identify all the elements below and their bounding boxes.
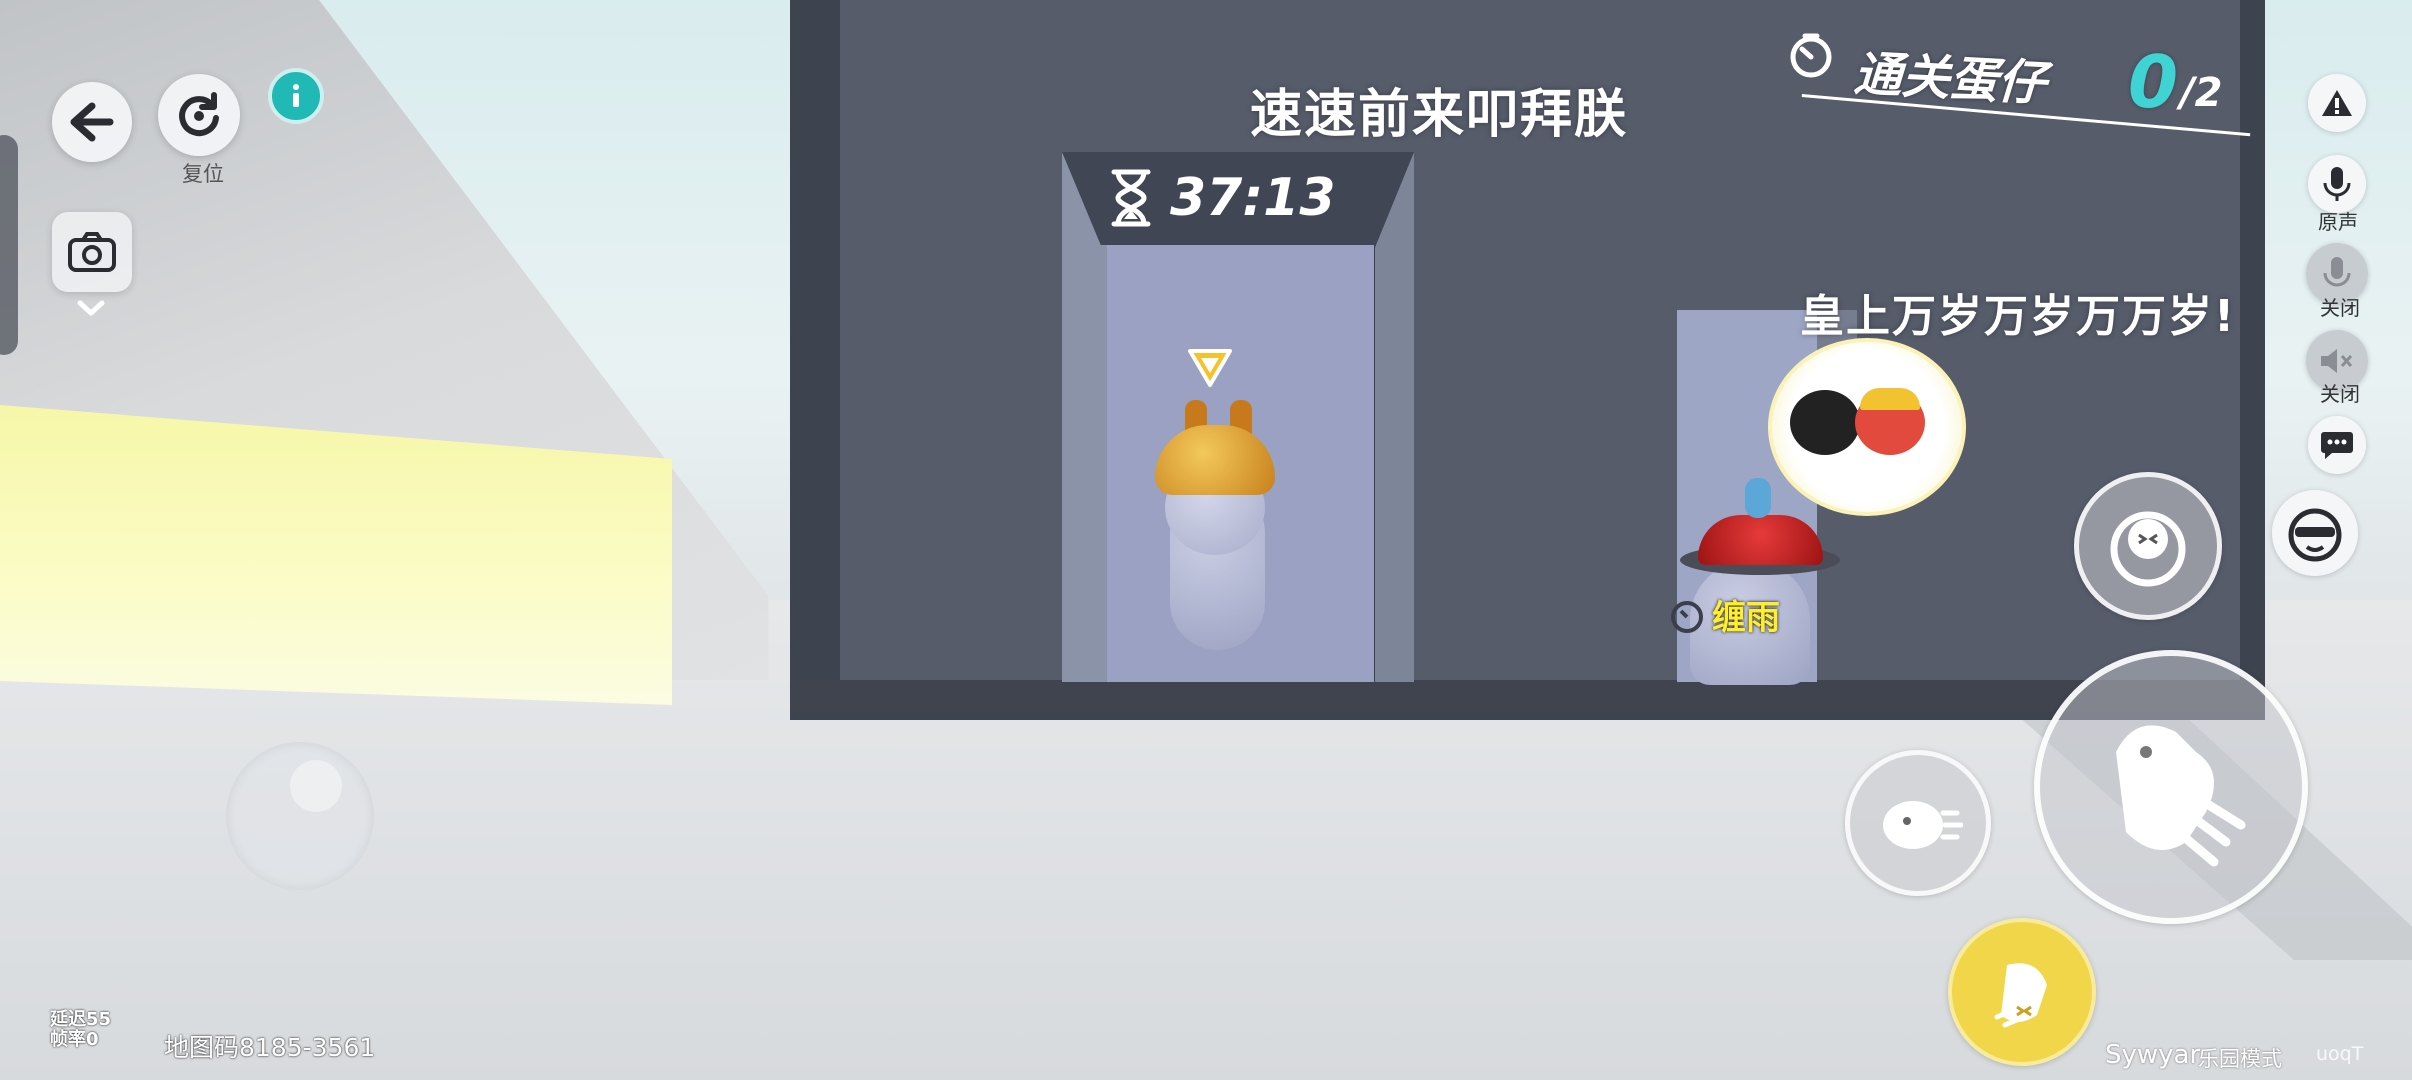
- emote-character-black: [1790, 390, 1860, 455]
- objective-count: 0: [2128, 40, 2179, 124]
- fps-label: 帧率0: [50, 1029, 99, 1050]
- rolling-character-icon: [1883, 801, 1963, 849]
- hourglass-icon: [1111, 169, 1151, 227]
- voice-label: 原声: [2318, 210, 2358, 234]
- camera-button[interactable]: [52, 212, 132, 292]
- warning-icon: [2322, 90, 2352, 116]
- grab-action-button[interactable]: [2074, 472, 2222, 620]
- wall-base: [790, 680, 2265, 712]
- joystick-knob[interactable]: [290, 760, 342, 812]
- network-stats: 延迟55 帧率0: [50, 1010, 111, 1050]
- reset-label: 复位: [182, 162, 224, 186]
- user-id: uoqT: [2316, 1043, 2364, 1065]
- player-name-tag: 缠雨: [1668, 590, 1780, 639]
- chat-button[interactable]: [2308, 416, 2366, 474]
- latency-label: 延迟55: [50, 1009, 112, 1030]
- emote-hat: [1860, 388, 1920, 410]
- sunglasses-face-icon: [2288, 508, 2342, 562]
- speaker-off-icon: [2321, 349, 2353, 373]
- reset-icon: [179, 92, 219, 137]
- roll-action-button[interactable]: [1845, 750, 1991, 896]
- character-face-icon: [2110, 511, 2186, 587]
- player-name: 缠雨: [1712, 598, 1780, 638]
- timer-value: 37:13: [1170, 168, 1336, 228]
- back-button[interactable]: [52, 82, 132, 162]
- chevron-down-icon[interactable]: [76, 298, 106, 318]
- mic-icon: [2323, 167, 2351, 201]
- dash-character-icon: [1994, 963, 2047, 1028]
- side-drawer-handle[interactable]: [0, 135, 18, 355]
- timer: 37:13: [1110, 162, 1336, 234]
- red-cushion: [1698, 515, 1823, 565]
- mic-off-icon: [2323, 257, 2351, 287]
- dash-button[interactable]: [1948, 918, 2096, 1066]
- info-button[interactable]: [268, 68, 324, 124]
- reset-button[interactable]: [158, 74, 240, 156]
- wall-text-right: 皇上万岁万岁万万岁!: [1800, 291, 2237, 342]
- chat-icon: [2321, 432, 2353, 459]
- jump-button[interactable]: [2034, 650, 2308, 924]
- speaker-label: 关闭: [2320, 382, 2360, 406]
- objective-panel: 通关蛋仔 0 /2: [1788, 32, 2251, 152]
- small-bird: [1745, 478, 1771, 518]
- wall-text-top: 速速前来叩拜朕: [1250, 85, 1629, 145]
- report-button[interactable]: [2308, 74, 2366, 132]
- stopwatch-icon: [1790, 33, 1832, 78]
- info-icon: [293, 84, 299, 107]
- map-code: 地图码8185-3561: [164, 1033, 376, 1062]
- back-arrow-icon: [70, 102, 114, 142]
- objective-total: /2: [2180, 70, 2223, 116]
- camera-icon: [68, 232, 116, 272]
- player-brand: Sywyar: [2105, 1040, 2201, 1070]
- microphone-label: 关闭: [2320, 296, 2360, 320]
- game-mode: 乐园模式: [2198, 1047, 2282, 1071]
- game-scene: 速速前来叩拜朕 皇上万岁万岁万万岁! 37:13 缠雨: [0, 0, 2412, 1080]
- stopwatch-icon: [1671, 600, 1703, 633]
- emote-button[interactable]: [2272, 490, 2358, 576]
- jump-character-icon: [2116, 725, 2246, 867]
- voice-button[interactable]: [2308, 155, 2366, 213]
- player-marker-icon: [1188, 349, 1232, 387]
